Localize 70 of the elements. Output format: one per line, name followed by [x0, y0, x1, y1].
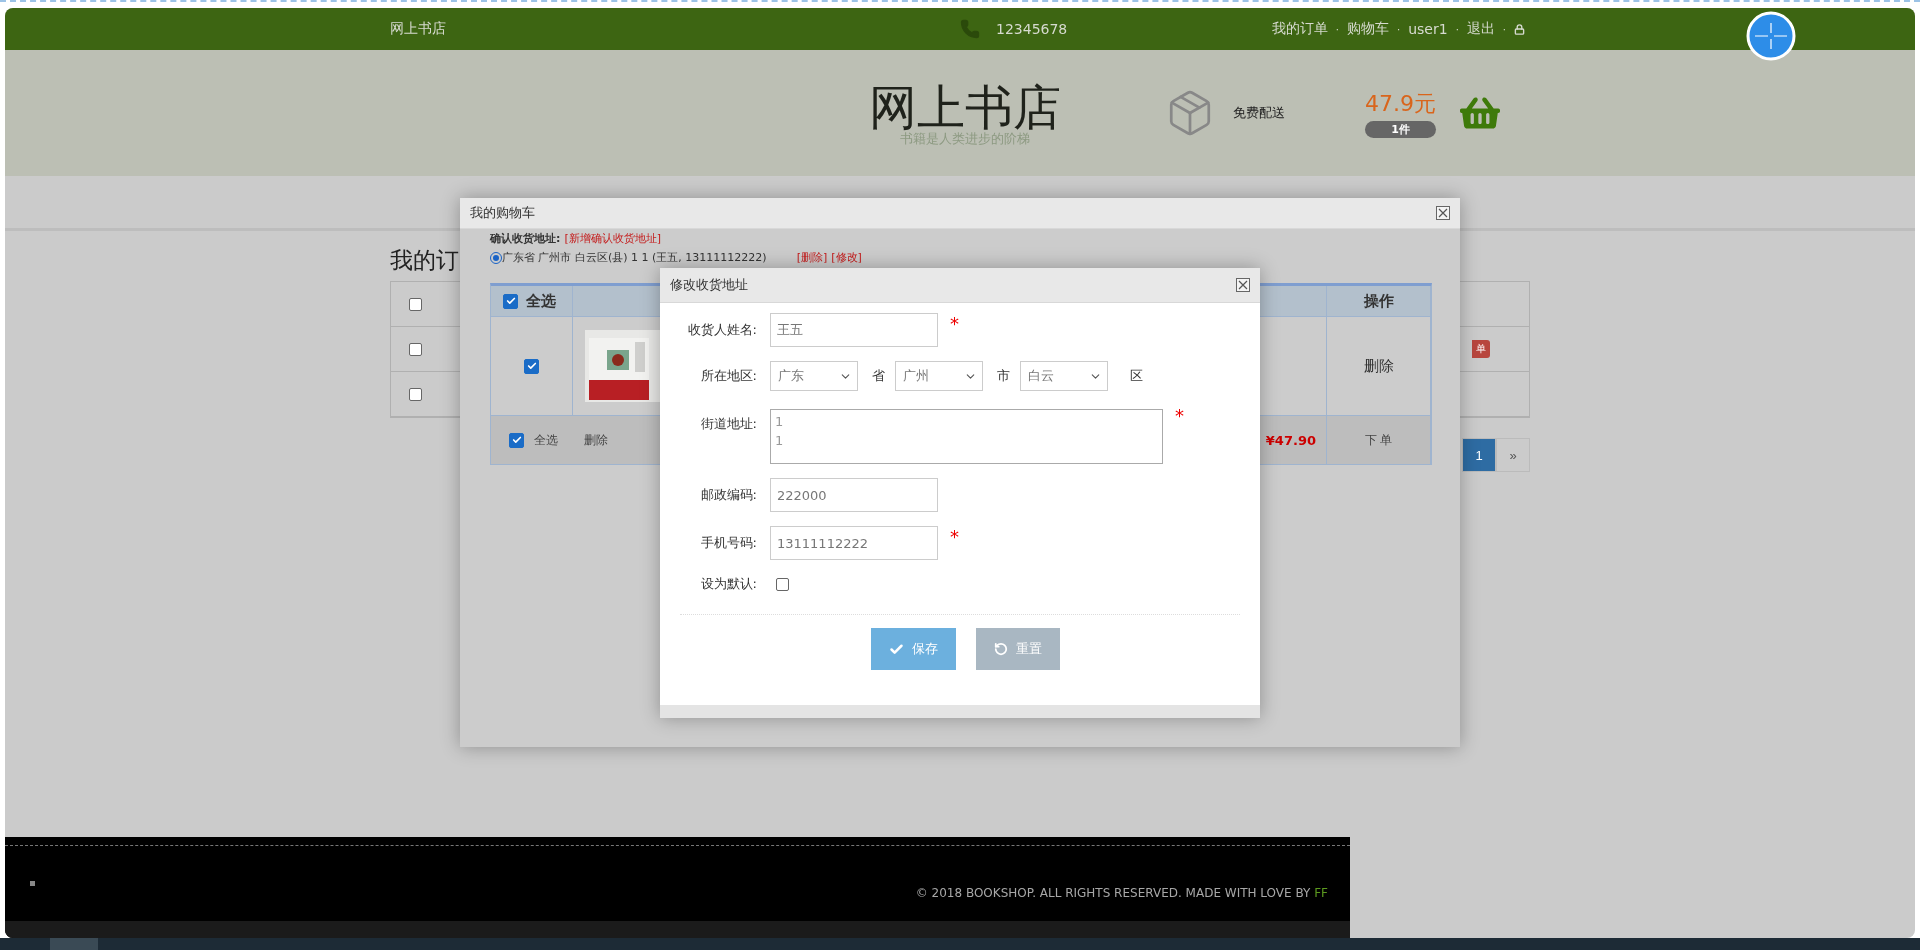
nav-link[interactable]: 购物车 [1347, 20, 1389, 38]
checkbox[interactable] [409, 387, 422, 401]
select-field[interactable]: 广东 [770, 361, 858, 391]
field-label: 邮政编码: [699, 486, 757, 504]
check-icon [511, 435, 522, 445]
textarea-field[interactable]: 1 1 [770, 409, 1163, 464]
reset-icon [993, 642, 1008, 656]
add-address-link[interactable]: [新增确认收货地址] [564, 232, 661, 245]
column-header: 操作 [1363, 291, 1394, 311]
dialog-title: 我的购物车 [470, 204, 536, 222]
close-icon [1437, 207, 1449, 219]
checkbox[interactable] [503, 293, 518, 309]
checkbox[interactable] [409, 297, 422, 311]
dialog-title: 修改收货地址 [670, 276, 749, 294]
delete-link[interactable]: 删除 [584, 431, 608, 449]
checkbox[interactable] [524, 358, 539, 374]
order-button[interactable]: 单 [1472, 340, 1490, 358]
cart-total: 47.9元 [1365, 89, 1436, 118]
required-mark: * [950, 313, 959, 334]
required-mark: * [950, 526, 959, 547]
field-label: 收货人姓名: [686, 321, 757, 339]
field-label: 所在地区: [699, 367, 757, 385]
edit-link[interactable]: [修改] [831, 250, 862, 265]
address-label: 确认收货地址: [490, 232, 561, 245]
address-text: 广东省 广州市 白云区(县) 1 1 (王五, 13111112222) [502, 250, 767, 265]
select-field[interactable]: 白云 [1020, 361, 1108, 391]
page-heading: 我的订 [390, 246, 459, 275]
unit-label: 省 [872, 367, 885, 385]
lock-icon [1514, 23, 1525, 35]
check-icon [526, 361, 537, 371]
copyright-text: © 2018 BOOKSHOP. ALL RIGHTS RESERVED. MADE WITH LOVE BY FF [915, 885, 1328, 900]
text-field[interactable]: 222000 [770, 478, 938, 512]
nav-link[interactable]: 我的订单 [1271, 20, 1328, 38]
field-label: 设为默认: [699, 575, 757, 593]
square-icon [30, 881, 35, 886]
site-title: 网上书店 [869, 78, 1061, 135]
delete-link[interactable]: [删除] [796, 250, 828, 265]
close-button[interactable] [1436, 206, 1450, 220]
checkbox[interactable] [776, 577, 789, 591]
brand-text: 网上书店 [390, 20, 447, 38]
checkbox[interactable] [409, 342, 422, 356]
check-icon [505, 296, 516, 306]
unit-label: 区 [1130, 367, 1143, 385]
checkbox[interactable] [509, 432, 524, 448]
separator-dot: · [1397, 23, 1401, 35]
select-all-label: 全选 [534, 431, 558, 449]
cart-count-badge: 1件 [1365, 120, 1436, 138]
field-label: 手机号码: [699, 534, 757, 552]
close-button[interactable] [1236, 278, 1250, 292]
column-header: 全选 [526, 291, 556, 311]
check-icon [888, 641, 904, 657]
total-price: ¥47.90 [1265, 432, 1316, 448]
page-button[interactable]: » [1496, 438, 1530, 472]
separator-dot: · [1502, 23, 1506, 35]
nav-link[interactable]: user1 [1408, 21, 1448, 37]
phone-number: 12345678 [996, 21, 1068, 37]
nav-link[interactable]: 退出 [1466, 20, 1495, 38]
order-button[interactable]: 下 单 [1327, 415, 1431, 464]
page-button[interactable]: 1 [1462, 438, 1496, 472]
field-label: 街道地址: [699, 415, 757, 433]
shipping-text: 免费配送 [1233, 104, 1285, 122]
unit-label: 市 [997, 367, 1010, 385]
separator-dot: · [1335, 23, 1339, 35]
required-mark: * [1175, 405, 1184, 426]
text-field[interactable]: 13111112222 [770, 526, 938, 560]
close-icon [1237, 279, 1249, 291]
phone-icon [960, 19, 980, 39]
text-field[interactable]: 王五 [770, 313, 938, 347]
separator-dot: · [1455, 23, 1459, 35]
select-field[interactable]: 广州 [895, 361, 983, 391]
